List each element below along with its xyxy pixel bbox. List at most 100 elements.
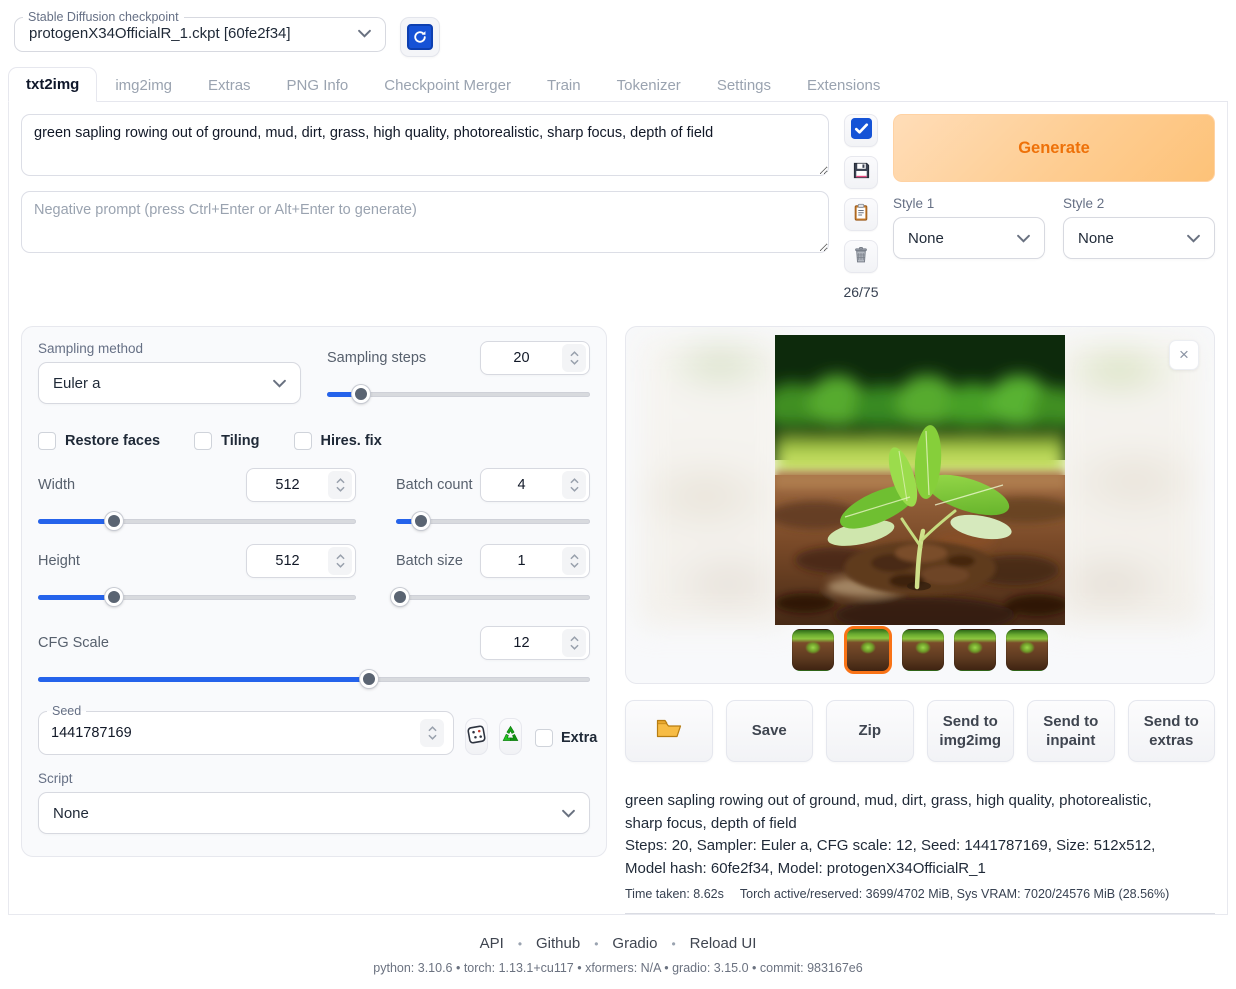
height-slider[interactable]: [38, 588, 356, 606]
stepper-arrows[interactable]: [562, 629, 586, 657]
result-gallery: ×: [625, 326, 1215, 684]
folder-icon: [656, 718, 682, 744]
bullet-separator: •: [594, 937, 598, 951]
generation-info: green sapling rowing out of ground, mud,…: [625, 790, 1215, 914]
sampling-steps-input[interactable]: 20: [480, 341, 590, 375]
tab-train[interactable]: Train: [529, 68, 599, 102]
width-label: Width: [38, 477, 75, 493]
batch-count-input[interactable]: 4: [480, 468, 590, 502]
slider-knob[interactable]: [412, 512, 430, 530]
footer-link-reload-ui[interactable]: Reload UI: [690, 935, 757, 952]
stepper-arrows[interactable]: [328, 471, 352, 499]
output-actions: Save Zip Send to img2img Send to inpaint…: [625, 700, 1215, 762]
paste-params-button[interactable]: [844, 114, 878, 147]
bullet-separator: •: [518, 937, 522, 951]
thumbnail-1[interactable]: [792, 629, 834, 671]
style1-dropdown[interactable]: None: [893, 217, 1045, 259]
chevron-down-icon: [1187, 230, 1200, 247]
tab-img2img[interactable]: img2img: [97, 68, 190, 102]
generate-button[interactable]: Generate: [893, 114, 1215, 182]
script-dropdown[interactable]: None: [38, 792, 590, 834]
thumbnail-3[interactable]: [902, 629, 944, 671]
tab-checkpoint-merger[interactable]: Checkpoint Merger: [366, 68, 529, 102]
style2-label: Style 2: [1063, 196, 1215, 211]
hires-fix-checkbox[interactable]: Hires. fix: [294, 432, 382, 450]
zip-button[interactable]: Zip: [826, 700, 914, 762]
send-to-img2img-button[interactable]: Send to img2img: [927, 700, 1015, 762]
seed-field[interactable]: Seed 1441787169: [38, 704, 454, 755]
footer-link-api[interactable]: API: [480, 935, 504, 952]
slider-knob[interactable]: [105, 588, 123, 606]
checkpoint-dropdown[interactable]: Stable Diffusion checkpoint protogenX34O…: [14, 10, 386, 52]
clipboard-icon: [852, 203, 870, 226]
trash-icon: [852, 245, 870, 268]
info-vram: Torch active/reserved: 3699/4702 MiB, Sy…: [740, 887, 1169, 901]
batch-size-input[interactable]: 1: [480, 544, 590, 578]
tab-extras[interactable]: Extras: [190, 68, 269, 102]
send-to-extras-button[interactable]: Send to extras: [1128, 700, 1216, 762]
cfg-scale-label: CFG Scale: [38, 635, 109, 651]
height-input[interactable]: 512: [246, 544, 356, 578]
thumbnail-4[interactable]: [954, 629, 996, 671]
checkpoint-label: Stable Diffusion checkpoint: [23, 10, 184, 24]
refresh-checkpoints-button[interactable]: [400, 17, 440, 57]
sampling-steps-slider[interactable]: [327, 385, 590, 403]
tiling-checkbox[interactable]: Tiling: [194, 432, 259, 450]
restore-faces-checkbox[interactable]: Restore faces: [38, 432, 160, 450]
checkbox-box[interactable]: [194, 432, 212, 450]
thumbnail-2-selected[interactable]: [844, 626, 892, 674]
tab-settings[interactable]: Settings: [699, 68, 789, 102]
thumbnail-strip: [626, 626, 1214, 674]
stepper-arrows[interactable]: [562, 547, 586, 575]
batch-count-slider[interactable]: [396, 512, 590, 530]
stepper-arrows[interactable]: [420, 719, 444, 747]
stepper-arrows[interactable]: [328, 547, 352, 575]
reuse-seed-button[interactable]: [499, 718, 522, 755]
checkbox-box[interactable]: [535, 729, 553, 747]
prompt-input[interactable]: green sapling rowing out of ground, mud,…: [21, 114, 829, 176]
negative-prompt-input[interactable]: [21, 191, 829, 253]
generated-image[interactable]: [775, 335, 1065, 625]
stepper-arrows[interactable]: [562, 344, 586, 372]
batch-size-slider[interactable]: [396, 588, 590, 606]
stepper-arrows[interactable]: [562, 471, 586, 499]
open-folder-button[interactable]: [625, 700, 713, 762]
thumbnail-5[interactable]: [1006, 629, 1048, 671]
clear-prompt-button[interactable]: [844, 240, 878, 273]
gallery-blur-left: [638, 335, 788, 627]
style2-dropdown[interactable]: None: [1063, 217, 1215, 259]
cfg-scale-input[interactable]: 12: [480, 626, 590, 660]
extra-seed-checkbox[interactable]: Extra: [535, 729, 597, 747]
quicksettings-bar: Stable Diffusion checkpoint protogenX34O…: [0, 0, 1236, 63]
tab-tokenizer[interactable]: Tokenizer: [599, 68, 699, 102]
slider-knob[interactable]: [352, 385, 370, 403]
script-label: Script: [38, 771, 590, 786]
batch-count-label: Batch count: [396, 477, 473, 493]
footer-link-github[interactable]: Github: [536, 935, 580, 952]
cfg-scale-slider[interactable]: [38, 670, 590, 688]
slider-knob[interactable]: [360, 670, 378, 688]
seed-label: Seed: [47, 704, 86, 718]
apply-style-button[interactable]: [844, 198, 878, 231]
checkbox-box[interactable]: [38, 432, 56, 450]
save-style-button[interactable]: [844, 156, 878, 189]
tab-png-info[interactable]: PNG Info: [269, 68, 367, 102]
close-gallery-button[interactable]: ×: [1169, 340, 1199, 370]
generation-settings-panel: Sampling method Euler a Sampling steps 2…: [21, 326, 607, 857]
save-button[interactable]: Save: [726, 700, 814, 762]
tab-extensions[interactable]: Extensions: [789, 68, 898, 102]
slider-knob[interactable]: [105, 512, 123, 530]
width-input[interactable]: 512: [246, 468, 356, 502]
sampling-method-dropdown[interactable]: Euler a: [38, 362, 301, 404]
checkbox-box[interactable]: [294, 432, 312, 450]
tab-txt2img[interactable]: txt2img: [8, 67, 97, 102]
refresh-icon: [407, 24, 433, 50]
info-params-text: Steps: 20, Sampler: Euler a, CFG scale: …: [625, 835, 1185, 880]
random-seed-button[interactable]: [465, 718, 488, 755]
send-to-inpaint-button[interactable]: Send to inpaint: [1027, 700, 1115, 762]
info-prompt-text: green sapling rowing out of ground, mud,…: [625, 790, 1185, 835]
slider-knob[interactable]: [391, 588, 409, 606]
txt2img-panel: green sapling rowing out of ground, mud,…: [8, 102, 1228, 915]
footer-link-gradio[interactable]: Gradio: [612, 935, 657, 952]
width-slider[interactable]: [38, 512, 356, 530]
